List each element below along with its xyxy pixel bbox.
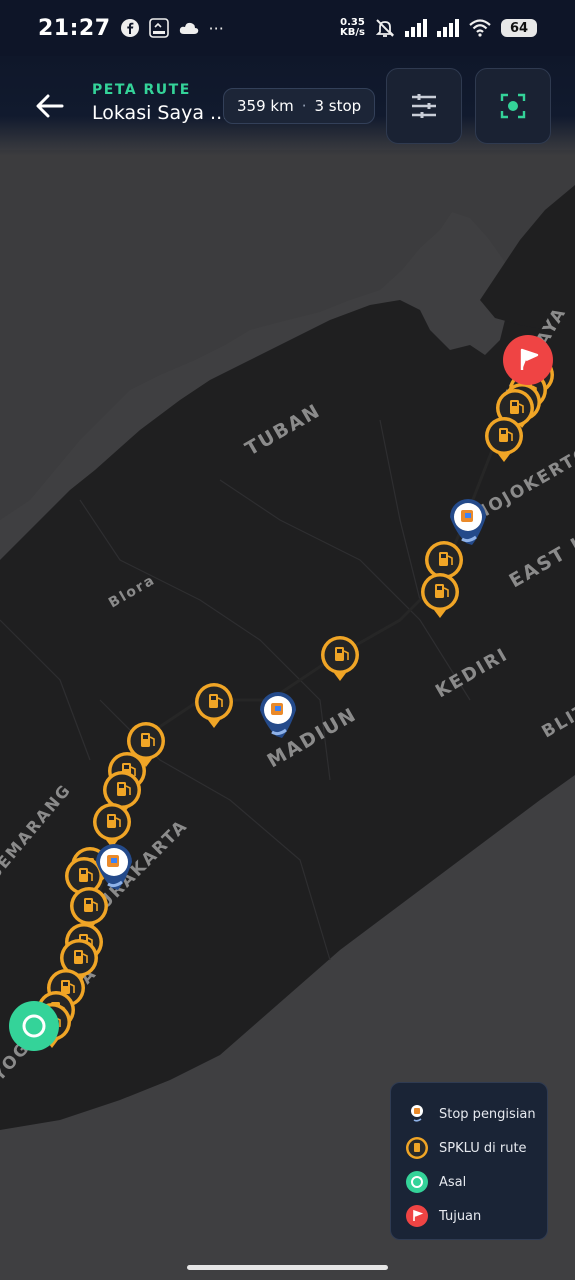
legend-label: Stop pengisian [439, 1106, 536, 1122]
focus-target-icon [500, 93, 526, 119]
app-header: PETA RUTE Lokasi Saya ... 359 km · 3 sto… [0, 56, 575, 156]
charging-stop-pin-icon [409, 1103, 425, 1124]
legend-label: Asal [439, 1174, 467, 1190]
legend-item-spklu: SPKLU di rute [405, 1131, 537, 1165]
route-separator: · [301, 97, 307, 115]
destination-marker[interactable] [503, 335, 553, 385]
route-distance: 359 km [237, 97, 294, 115]
sliders-icon [412, 94, 436, 118]
page-subtitle: PETA RUTE [92, 82, 191, 98]
spklu-station-icon [406, 1137, 428, 1159]
home-indicator[interactable] [187, 1265, 388, 1270]
battery-icon: 64 [501, 19, 537, 37]
net-speed: 0.35 KB/s [340, 18, 365, 38]
page-title[interactable]: Lokasi Saya ... [92, 102, 228, 124]
signal-icon [437, 19, 459, 37]
legend-item-origin: Asal [405, 1165, 537, 1199]
legend-label: Tujuan [439, 1208, 482, 1224]
title-block: PETA RUTE Lokasi Saya ... [92, 82, 228, 124]
facebook-icon [120, 19, 139, 37]
filter-button[interactable] [386, 68, 462, 144]
wifi-icon [469, 19, 491, 37]
map-legend: Stop pengisian SPKLU di rute Asal Tujuan [390, 1082, 548, 1240]
recenter-button[interactable] [475, 68, 551, 144]
route-summary-chip: 359 km · 3 stop [223, 88, 376, 124]
legend-label: SPKLU di rute [439, 1140, 527, 1156]
battery-level: 64 [509, 20, 529, 36]
signal-icon [405, 19, 427, 37]
status-bar: 21:27 ··· 0.35 KB/s 64 [0, 0, 575, 56]
imoo-icon [148, 18, 169, 38]
origin-icon [406, 1171, 428, 1193]
arrow-left-icon [36, 94, 64, 118]
mute-bell-icon [375, 19, 395, 37]
more-dots-icon: ··· [208, 18, 224, 38]
legend-item-stop: Stop pengisian [405, 1097, 537, 1131]
destination-flag-icon [406, 1205, 428, 1227]
route-stops: 3 stop [314, 97, 362, 115]
origin-marker[interactable] [9, 1001, 59, 1051]
cloud-icon [179, 22, 198, 34]
legend-item-destination: Tujuan [405, 1199, 537, 1233]
net-speed-unit: KB/s [340, 27, 365, 38]
back-button[interactable] [28, 84, 72, 128]
status-time: 21:27 [38, 15, 111, 41]
